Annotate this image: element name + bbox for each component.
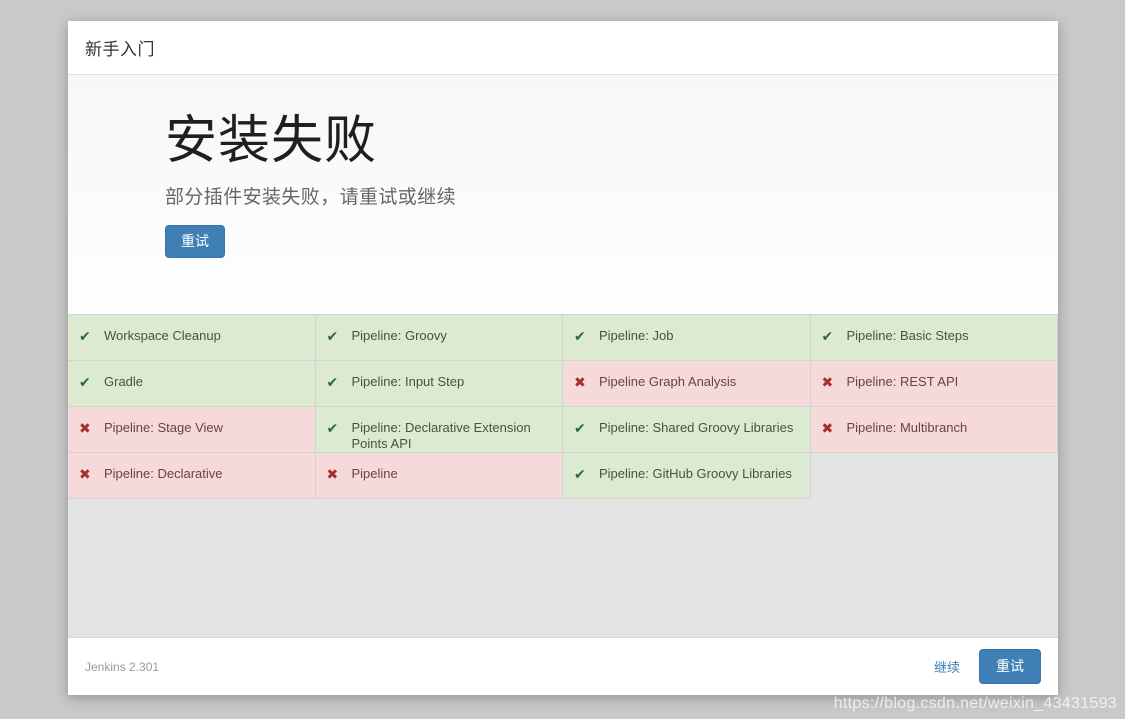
check-icon: ✔ [574,466,586,482]
plugin-status-cell: ✔ Pipeline: Job [563,315,811,361]
plugin-status-cell: ✔ Pipeline: Groovy [315,315,563,361]
plugin-status-cell: ✔ Pipeline: Basic Steps [810,315,1058,361]
check-icon: ✔ [326,374,339,390]
retry-button-top[interactable]: 重试 [165,225,225,258]
check-icon: ✔ [821,328,834,344]
plugin-name-label: Pipeline [351,466,398,481]
plugin-name-label: Pipeline: Multibranch [846,420,968,435]
cross-icon: ✖ [79,466,91,482]
dialog-footer: Jenkins 2.301 继续 重试 [68,637,1058,695]
setup-wizard-dialog: 新手入门 安装失败 部分插件安装失败，请重试或继续 重试 ✔ Workspace … [68,21,1058,695]
plugin-status-cell: ✔ Pipeline: GitHub Groovy Libraries [563,453,811,499]
hero-actions: 重试 [165,225,1058,258]
plugin-status-cell: ✔ Pipeline: Shared Groovy Libraries [563,407,811,453]
plugin-name-label: Pipeline: Groovy [351,328,447,343]
watermark: https://blog.csdn.net/weixin_43431593 [833,695,1117,712]
plugin-status-cell: ✖ Pipeline: Multibranch [810,407,1058,453]
plugin-name-label: Pipeline: GitHub Groovy Libraries [599,466,792,481]
hero-section: 安装失败 部分插件安装失败，请重试或继续 重试 [68,75,1058,258]
plugin-status-cell: ✖ Pipeline: Declarative [68,453,316,499]
check-icon: ✔ [574,328,586,344]
grid-underlay [68,498,1058,637]
plugin-name-label: Pipeline: Declarative [104,466,223,481]
hero-heading: 安装失败 [165,112,378,170]
plugin-status-cell: ✖ Pipeline Graph Analysis [563,361,811,407]
plugin-name-label: Pipeline Graph Analysis [599,374,737,389]
jenkins-version-label: Jenkins 2.301 [85,659,160,674]
dialog-body: 安装失败 部分插件安装失败，请重试或继续 重试 ✔ Workspace Clean… [68,75,1058,637]
plugin-name-label: Pipeline: Shared Groovy Libraries [599,420,794,435]
plugin-name-label: Workspace Cleanup [104,328,221,343]
plugin-status-cell: ✔ Gradle [68,361,316,407]
check-icon: ✔ [79,374,91,390]
check-icon: ✔ [574,420,586,436]
check-icon: ✔ [326,328,339,344]
cross-icon: ✖ [821,420,834,436]
plugin-status-cell: ✔ Workspace Cleanup [68,315,316,361]
cross-icon: ✖ [79,420,91,436]
plugin-status-cell: ✖ Pipeline [315,453,563,499]
plugin-status-cell: ✔ Pipeline: Declarative Extension Points … [315,407,563,453]
plugin-status-cell: ✖ Pipeline: Stage View [68,407,316,453]
plugin-name-label: Gradle [104,374,144,389]
plugin-name-label: Pipeline: Declarative Extension Points A… [351,420,531,451]
plugin-status-cell: ✖ Pipeline: REST API [810,361,1058,407]
plugin-name-label: Pipeline: Stage View [104,420,224,435]
plugin-status-cell: ✔ Pipeline: Input Step [315,361,563,407]
plugin-cell-empty [810,453,1058,499]
cross-icon: ✖ [326,466,339,482]
continue-link[interactable]: 继续 [934,657,960,676]
plugin-name-label: Pipeline: Basic Steps [846,328,969,343]
plugin-status-grid: ✔ Workspace Cleanup ✔ Pipeline: Groovy ✔ Pipe… [68,314,1058,499]
plugin-name-label: Pipeline: Input Step [351,374,465,389]
retry-button-footer[interactable]: 重试 [979,649,1041,684]
check-icon: ✔ [326,420,339,436]
dialog-header: 新手入门 [68,21,1058,75]
plugin-name-label: Pipeline: REST API [846,374,959,389]
page-title: 新手入门 [85,40,155,59]
plugin-name-label: Pipeline: Job [599,328,674,343]
cross-icon: ✖ [821,374,834,390]
check-icon: ✔ [79,328,91,344]
cross-icon: ✖ [574,374,586,390]
hero-subtitle: 部分插件安装失败，请重试或继续 [165,187,457,209]
